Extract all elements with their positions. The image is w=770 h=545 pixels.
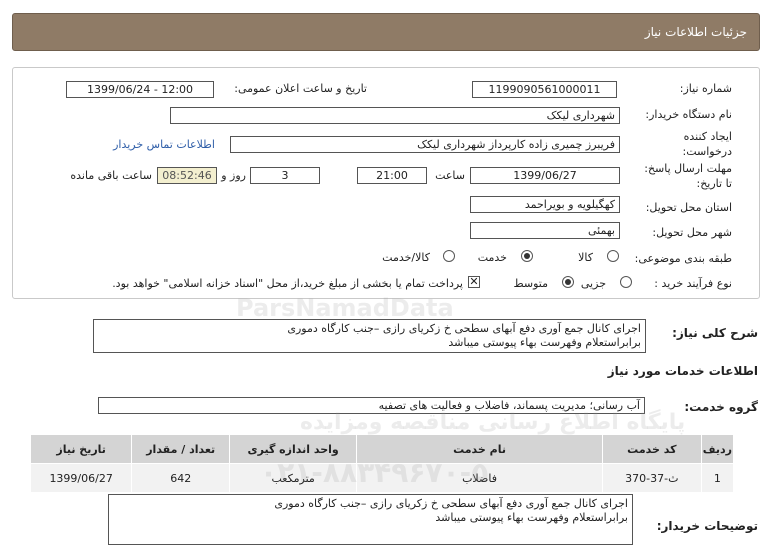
process-radio-medium[interactable] — [562, 276, 574, 288]
category-radio-goods[interactable] — [607, 250, 619, 262]
buyer-notes-line-1: اجرای کانال جمع آوری دفع آبهای سطحی خ زک… — [274, 497, 628, 510]
announce-date-label: تاریخ و ساعت اعلان عمومی: — [234, 82, 367, 95]
treasury-payment-checkbox[interactable]: ✕ — [468, 276, 480, 288]
city-field[interactable]: بهمئی — [470, 222, 620, 239]
page-title: جزئیات اطلاعات نیاز — [644, 25, 747, 39]
cell-code: ث-37-370 — [601, 463, 702, 493]
col-header-date: تاریخ نیاز — [29, 434, 133, 464]
deadline-date-field[interactable]: 1399/06/27 — [470, 167, 620, 184]
summary-line-2: برابراستعلام وفهرست بهاء پیوستی میباشد — [448, 336, 641, 349]
summary-line-1: اجرای کانال جمع آوری دفع آبهای سطحی خ زک… — [287, 322, 641, 335]
province-label: استان محل تحویل: — [645, 201, 732, 214]
buyer-notes-line-2: برابراستعلام وفهرست بهاء پیوستی میباشد — [435, 511, 628, 524]
deadline-label-line2: تا تاریخ: — [696, 177, 732, 190]
watermark-brand: ParsNamadData — [236, 294, 454, 322]
cell-row: 1 — [700, 463, 735, 493]
buyer-org-label: نام دستگاه خریدار: — [645, 108, 732, 121]
watermark-phone: ۰۲۱-۸۸۳۴۹۶۷۰-۵ — [260, 456, 489, 489]
cell-date: 1399/06/27 — [29, 463, 133, 493]
process-type-label: نوع فرآیند خرید : — [654, 277, 732, 290]
need-number-field[interactable]: 1199090561000011 — [472, 81, 617, 98]
page-header: جزئیات اطلاعات نیاز — [12, 13, 760, 51]
summary-textarea[interactable]: اجرای کانال جمع آوری دفع آبهای سطحی خ زک… — [93, 319, 646, 353]
cell-qty: 642 — [131, 463, 231, 493]
province-field[interactable]: کهگیلویه و بویراحمد — [470, 196, 620, 213]
category-radio-goods-service[interactable] — [443, 250, 455, 262]
service-group-label: گروه خدمت: — [684, 400, 758, 414]
category-radio-service[interactable] — [521, 250, 533, 262]
treasury-payment-note: پرداخت تمام یا بخشی از مبلغ خرید،از محل … — [112, 277, 463, 290]
category-option-service: خدمت — [477, 251, 507, 264]
category-option-goods: کالا — [578, 251, 593, 264]
buyer-notes-label: توضیحات خریدار: — [656, 519, 758, 533]
process-option-medium: متوسط — [513, 277, 548, 290]
need-number-label: شماره نیاز: — [679, 82, 732, 95]
summary-label: شرح کلی نیاز: — [672, 326, 758, 340]
col-header-code: کد خدمت — [601, 434, 702, 464]
creator-field[interactable]: فریبرز چمیری زاده کارپرداز شهرداری لیکک — [230, 136, 620, 153]
deadline-time-field[interactable]: 21:00 — [357, 167, 427, 184]
creator-label-line1: ایجاد کننده — [683, 130, 732, 143]
services-section-title: اطلاعات خدمات مورد نیاز — [607, 364, 758, 378]
remaining-time-label: ساعت باقی مانده — [70, 169, 152, 182]
days-label: روز و — [221, 169, 246, 182]
buyer-contact-link[interactable]: اطلاعات تماس خریدار — [113, 138, 215, 151]
process-radio-minor[interactable] — [620, 276, 632, 288]
city-label: شهر محل تحویل: — [652, 226, 732, 239]
deadline-time-label: ساعت — [435, 169, 465, 182]
days-remaining-field[interactable]: 3 — [250, 167, 320, 184]
creator-label-line2: درخواست: — [682, 145, 732, 158]
category-option-goods-service: کالا/خدمت — [382, 251, 430, 264]
col-header-qty: تعداد / مقدار — [131, 434, 231, 464]
deadline-label-line1: مهلت ارسال پاسخ: — [644, 162, 732, 175]
watermark-tagline: پایگاه اطلاع رسانی مناقصه ومزایده — [300, 410, 686, 435]
col-header-row: ردیف — [700, 434, 735, 464]
buyer-notes-textarea[interactable]: اجرای کانال جمع آوری دفع آبهای سطحی خ زک… — [108, 494, 633, 545]
process-option-minor: جزیی — [580, 277, 606, 290]
remaining-time-field: 08:52:46 — [157, 167, 217, 184]
buyer-org-field[interactable]: شهرداری لیکک — [170, 107, 620, 124]
category-label: طبقه بندی موضوعی: — [634, 252, 732, 265]
announce-date-field[interactable]: 1399/06/24 - 12:00 — [66, 81, 214, 98]
